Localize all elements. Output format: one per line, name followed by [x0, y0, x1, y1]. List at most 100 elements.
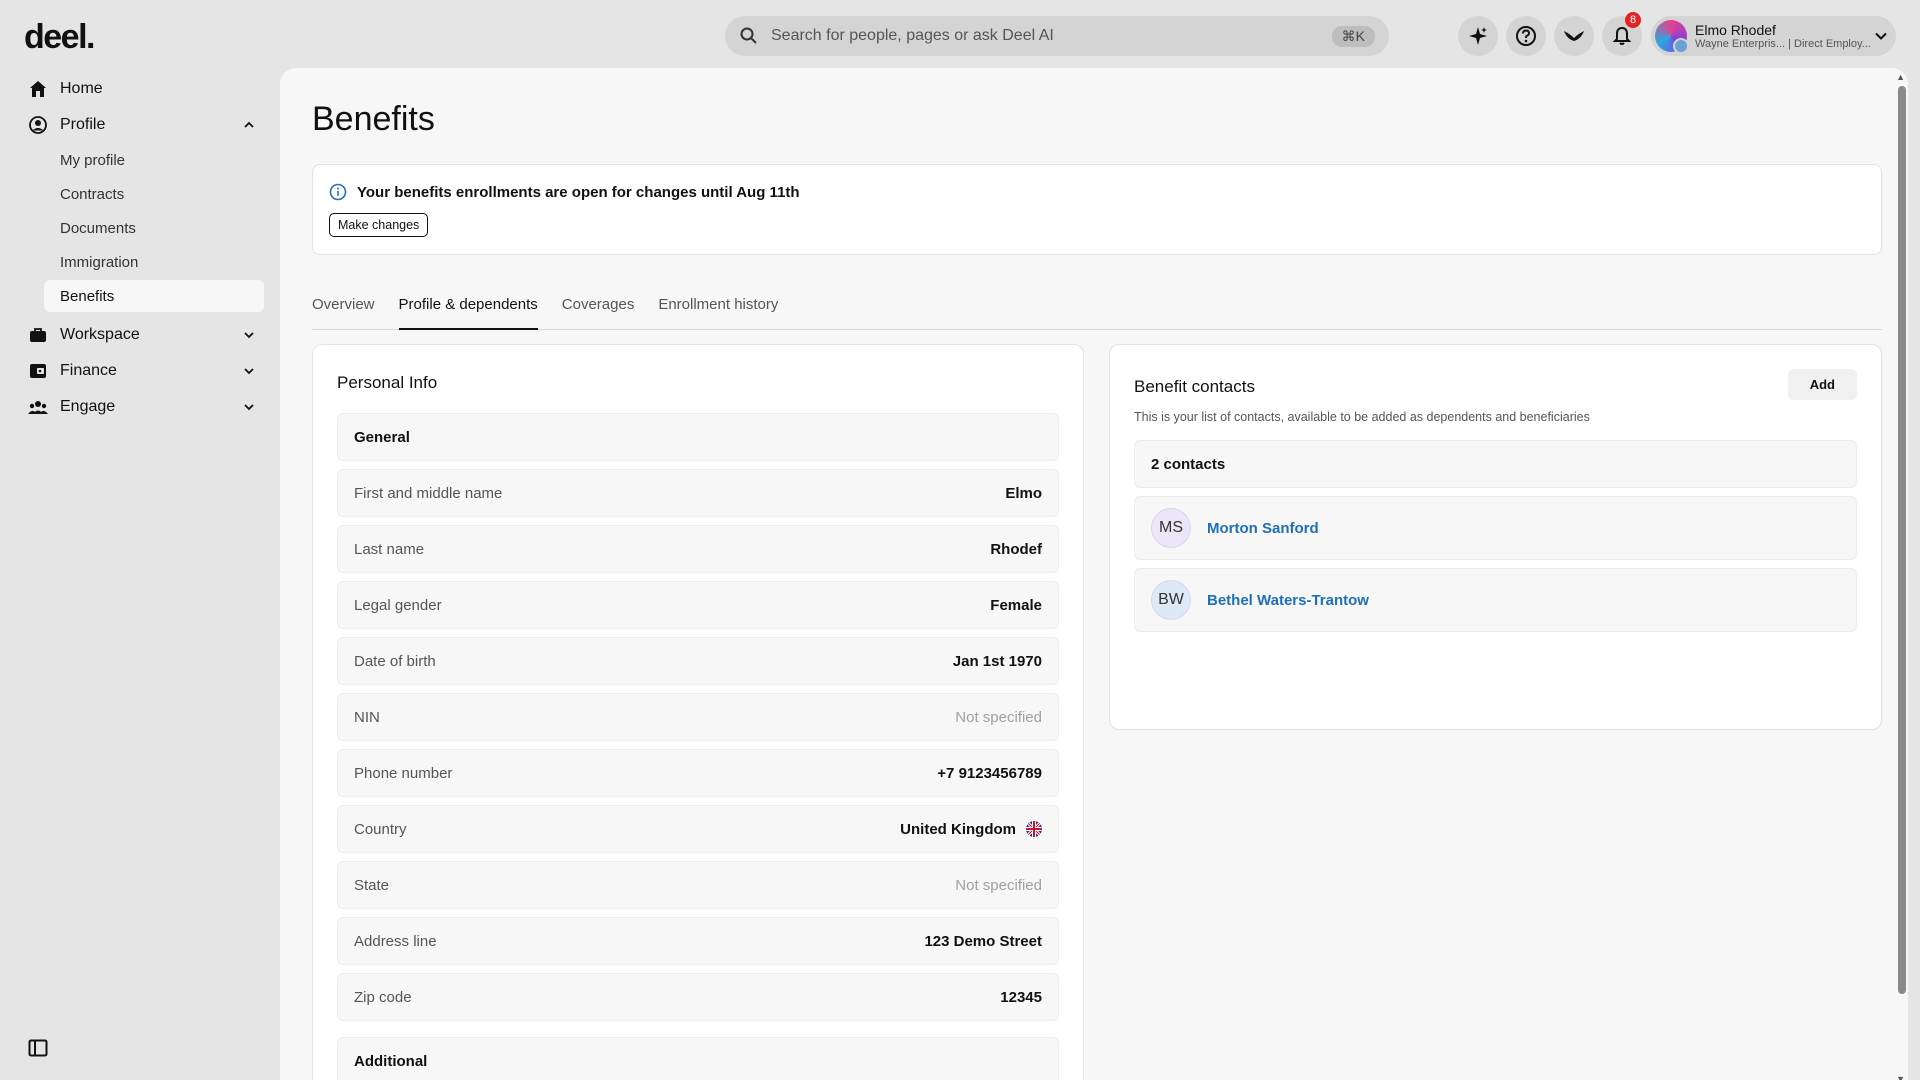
uk-flag-icon [1026, 821, 1042, 837]
field-value: Elmo [1005, 484, 1042, 502]
field-first-middle-name: First and middle name Elmo [337, 469, 1059, 517]
user-name: Elmo Rhodef [1695, 22, 1776, 38]
personal-info-card: Personal Info General First and middle n… [312, 344, 1084, 1080]
field-label: Address line [354, 932, 437, 950]
nav-benefits[interactable]: Benefits [44, 280, 264, 312]
bird-icon [1564, 31, 1584, 41]
ai-sparkle-button[interactable] [1458, 16, 1498, 56]
field-label: First and middle name [354, 484, 503, 502]
nav-home-label: Home [60, 80, 103, 97]
additional-section-header: Additional [337, 1037, 1059, 1080]
add-contact-button[interactable]: Add [1787, 369, 1857, 400]
nav-finance-label: Finance [60, 362, 117, 379]
nav-my-profile[interactable]: My profile [44, 144, 264, 176]
contact-row[interactable]: MS Morton Sanford [1134, 496, 1857, 560]
tabs: Overview Profile & dependents Coverages … [312, 288, 1882, 330]
user-menu[interactable]: Elmo Rhodef Wayne Enterpris... | Direct … [1651, 16, 1896, 56]
notification-badge: 8 [1625, 12, 1641, 28]
field-nin: NIN Not specified [337, 693, 1059, 741]
field-value: Not specified [955, 708, 1042, 726]
chevron-down-icon [1875, 32, 1887, 40]
nav-engage-label: Engage [60, 398, 116, 415]
field-value: United Kingdom [900, 821, 1042, 838]
nav-documents[interactable]: Documents [44, 212, 264, 244]
field-label: State [354, 876, 390, 894]
wallet-icon [30, 364, 46, 378]
people-icon [28, 401, 48, 414]
field-label: Country [354, 820, 407, 838]
help-button[interactable] [1506, 16, 1546, 56]
field-country: Country United Kingdom [337, 805, 1059, 853]
search-shortcut: ⌘K [1331, 25, 1375, 47]
nav-engage[interactable]: Engage [0, 390, 280, 424]
user-circle-icon [29, 116, 47, 134]
nav-profile[interactable]: Profile [0, 108, 280, 142]
benefit-contacts-description: This is your list of contacts, available… [1134, 410, 1590, 424]
tab-enrollment-history[interactable]: Enrollment history [658, 288, 778, 330]
chevron-down-icon [244, 368, 254, 375]
field-value: Rhodef [990, 540, 1042, 558]
nav-immigration[interactable]: Immigration [44, 246, 264, 278]
info-icon [329, 183, 347, 201]
page-title: Benefits [312, 100, 435, 138]
main-content: ▲ ▼ Benefits Your benefits enrollments a… [280, 68, 1908, 1080]
tab-coverages[interactable]: Coverages [562, 288, 635, 330]
scrollbar-thumb[interactable] [1898, 86, 1906, 994]
sidebar-collapse-icon[interactable] [28, 1038, 48, 1058]
search-input[interactable]: Search for people, pages or ask Deel AI [771, 27, 1332, 45]
global-search[interactable]: Search for people, pages or ask Deel AI … [725, 16, 1389, 56]
sparkle-icon [1469, 27, 1487, 45]
field-address-line: Address line 123 Demo Street [337, 917, 1059, 965]
field-value: Female [990, 596, 1042, 614]
field-value: +7 9123456789 [937, 764, 1042, 782]
deel-logo[interactable]: deel. [24, 18, 95, 57]
field-label: Legal gender [354, 596, 442, 614]
header-actions: 8 [1458, 12, 1642, 56]
nav-workspace-label: Workspace [60, 326, 140, 343]
user-subtitle: Wayne Enterpris... | Direct Employ... [1695, 38, 1871, 50]
contact-avatar: MS [1151, 508, 1191, 548]
nav-contracts[interactable]: Contracts [44, 178, 264, 210]
search-icon [740, 27, 757, 44]
contacts-count: 2 contacts [1134, 440, 1857, 488]
field-phone-number: Phone number +7 9123456789 [337, 749, 1059, 797]
chevron-down-icon [244, 404, 254, 411]
scroll-up-arrow[interactable]: ▲ [1896, 72, 1905, 82]
field-label: NIN [354, 708, 380, 726]
nav-workspace[interactable]: Workspace [0, 318, 280, 352]
rewards-button[interactable] [1554, 16, 1594, 56]
field-label: Last name [354, 540, 425, 558]
chevron-down-icon [244, 332, 254, 339]
field-value: Jan 1st 1970 [952, 652, 1042, 670]
tab-overview[interactable]: Overview [312, 288, 375, 330]
notice-text: Your benefits enrollments are open for c… [357, 183, 800, 201]
notifications-button[interactable]: 8 [1602, 12, 1642, 56]
contact-name-link[interactable]: Morton Sanford [1207, 520, 1319, 537]
field-label: Zip code [354, 988, 412, 1006]
field-label: Date of birth [354, 652, 436, 670]
bell-icon [1612, 26, 1632, 45]
make-changes-button[interactable]: Make changes [329, 213, 429, 237]
field-value: 123 Demo Street [924, 932, 1042, 950]
field-last-name: Last name Rhodef [337, 525, 1059, 573]
field-legal-gender: Legal gender Female [337, 581, 1059, 629]
country-name: United Kingdom [900, 820, 1016, 838]
field-zip-code: Zip code 12345 [337, 973, 1059, 1021]
chevron-up-icon [244, 121, 254, 128]
enrollment-notice: Your benefits enrollments are open for c… [312, 164, 1882, 255]
benefit-contacts-title: Benefit contacts [1134, 377, 1255, 396]
general-section-header: General [337, 413, 1059, 461]
tab-profile-dependents[interactable]: Profile & dependents [398, 288, 538, 330]
contact-avatar: BW [1151, 580, 1191, 620]
nav-finance[interactable]: Finance [0, 354, 280, 388]
nav-home[interactable]: Home [0, 72, 280, 106]
field-value: 12345 [1000, 988, 1042, 1006]
field-state: State Not specified [337, 861, 1059, 909]
contact-row[interactable]: BW Bethel Waters-Trantow [1134, 568, 1857, 632]
benefit-contacts-card: Benefit contacts Add This is your list o… [1109, 344, 1882, 730]
user-avatar [1655, 20, 1689, 54]
field-date-of-birth: Date of birth Jan 1st 1970 [337, 637, 1059, 685]
field-label: Phone number [354, 764, 453, 782]
contact-name-link[interactable]: Bethel Waters-Trantow [1207, 592, 1369, 609]
scroll-down-arrow[interactable]: ▼ [1896, 1074, 1905, 1080]
